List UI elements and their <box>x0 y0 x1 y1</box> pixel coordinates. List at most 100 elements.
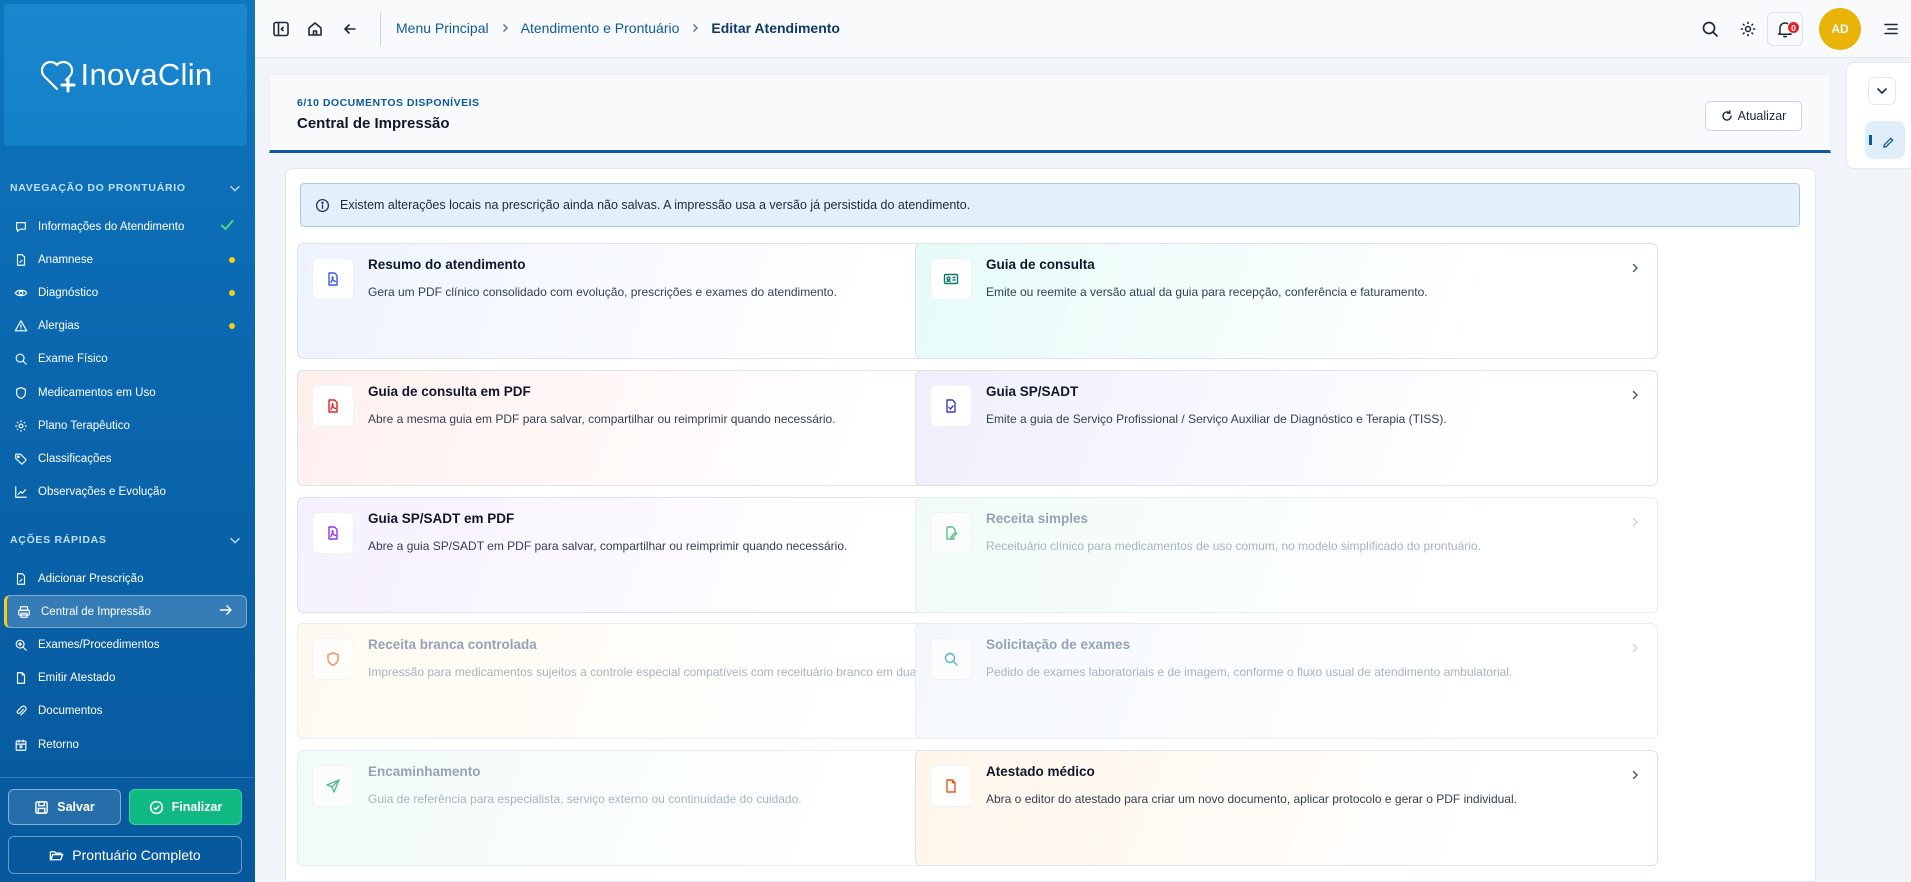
document-card[interactable]: Guia de consulta Emite ou reemite a versã… <box>915 243 1658 359</box>
sidebar-nav-item[interactable]: Plano Terapêutico <box>4 409 247 442</box>
document-icon <box>14 671 28 685</box>
floppy-disk-icon <box>35 800 49 814</box>
sidebar-nav-item-label: Observações e Evolução <box>38 486 166 499</box>
right-rail <box>1846 62 1911 169</box>
sidebar-nav-item-label: Alergias <box>38 320 80 333</box>
file-pdf-icon <box>312 385 354 427</box>
quick-action-item-label: Emitir Atestado <box>38 672 116 685</box>
id-card-icon <box>930 258 972 300</box>
back-arrow-icon[interactable] <box>341 20 359 38</box>
tag-icon <box>14 452 28 466</box>
document-card[interactable]: Guia SP/SADT Emite a guia de Serviço Prof… <box>915 370 1658 486</box>
document-card-title: Encaminhamento <box>368 764 481 779</box>
full-record-button[interactable]: Prontuário Completo <box>8 836 242 874</box>
sidebar-nav-item[interactable]: Informações do Atendimento <box>4 210 247 243</box>
document-card-description: Emite a guia de Serviço Profissional / S… <box>986 412 1447 426</box>
file-icon <box>930 765 972 807</box>
sidebar-nav-item-label: Exame Físico <box>38 353 108 366</box>
search-plus-icon <box>14 638 28 652</box>
chevron-right-icon <box>1629 388 1641 400</box>
collapse-button[interactable] <box>1868 77 1896 105</box>
chevron-down-icon <box>1877 88 1887 95</box>
quick-action-item-label: Retorno <box>38 738 79 751</box>
document-card[interactable]: Atestado médico Abra o editor do atestado… <box>915 750 1658 866</box>
topbar-divider <box>380 12 381 46</box>
gear-icon[interactable] <box>1739 20 1757 38</box>
document-card-title: Solicitação de exames <box>986 637 1131 652</box>
shield-icon <box>14 386 28 400</box>
document-card-description: Abre a mesma guia em PDF para salvar, co… <box>368 412 836 426</box>
search-icon <box>930 638 972 680</box>
chevron-up-icon <box>230 537 240 544</box>
nav-section-title: NAVEGAÇÃO DO PRONTUÁRIO <box>10 182 186 194</box>
document-card-title: Guia de consulta <box>986 257 1095 272</box>
refresh-button[interactable]: Atualizar <box>1705 101 1802 131</box>
document-card-title: Receita simples <box>986 511 1089 526</box>
chevron-right-icon <box>1629 515 1641 527</box>
sidebar-nav-item-label: Informações do Atendimento <box>38 220 185 233</box>
sidebar-nav-item-label: Plano Terapêutico <box>38 419 130 432</box>
document-card-title: Guia SP/SADT <box>986 384 1079 399</box>
edit-tab[interactable] <box>1865 121 1905 159</box>
sidebar-nav-item[interactable]: Exame Físico <box>4 343 247 376</box>
quick-action-item-label: Central de Impressão <box>41 605 151 618</box>
unsaved-changes-alert: Existem alterações locais na prescrição … <box>300 183 1800 227</box>
folder-open-icon <box>50 850 64 860</box>
sidebar-nav-item-label: Medicamentos em Uso <box>38 386 156 399</box>
quick-action-item[interactable]: Documentos <box>4 695 247 728</box>
full-record-button-label: Prontuário Completo <box>72 847 201 863</box>
quick-action-item[interactable]: Exames/Procedimentos <box>4 628 247 661</box>
sidebar-nav-item[interactable]: Diagnóstico <box>4 276 247 309</box>
alert-text: Existem alterações locais na prescrição … <box>340 198 971 212</box>
calendar-icon <box>14 738 28 752</box>
sidebar-nav-item[interactable]: Alergias <box>4 310 247 343</box>
quick-action-item-label: Adicionar Prescrição <box>38 572 144 585</box>
print-center-header: 6/10 DOCUMENTOS DISPONÍVEIS Central de I… <box>269 74 1831 153</box>
quick-section-header[interactable]: AÇÕES RÁPIDAS <box>10 533 242 547</box>
save-button[interactable]: Salvar <box>8 789 121 825</box>
pending-status-dot <box>229 289 235 296</box>
sidebar-nav-item-label: Classificações <box>38 452 112 465</box>
document-edit-icon <box>14 572 28 586</box>
quick-action-item[interactable]: Retorno <box>4 728 247 761</box>
breadcrumb-chevron-icon <box>689 22 701 34</box>
sidebar-nav-item[interactable]: Classificações <box>4 442 247 475</box>
breadcrumb-current: Editar Atendimento <box>711 20 840 36</box>
check-circle-icon <box>149 800 163 814</box>
home-icon[interactable] <box>306 20 324 38</box>
chevron-up-icon <box>230 185 240 192</box>
pending-status-dot <box>229 256 235 263</box>
sidebar-toggle-icon[interactable] <box>272 20 290 38</box>
document-edit-icon <box>14 253 28 267</box>
quick-action-item[interactable]: Adicionar Prescrição <box>4 562 247 595</box>
user-avatar[interactable]: AD <box>1819 8 1861 50</box>
document-card-description: Abre a guia SP/SADT em PDF para salvar, … <box>368 539 848 553</box>
printer-icon <box>17 605 31 619</box>
chevron-right-icon <box>1629 768 1641 780</box>
file-edit-icon <box>930 512 972 554</box>
menu-icon[interactable] <box>1882 20 1900 38</box>
breadcrumb-item[interactable]: Atendimento e Prontuário <box>521 20 680 36</box>
quick-action-item[interactable]: Emitir Atestado <box>4 662 247 695</box>
breadcrumb-item[interactable]: Menu Principal <box>396 20 489 36</box>
finish-button[interactable]: Finalizar <box>129 789 242 825</box>
quick-section-title: AÇÕES RÁPIDAS <box>10 534 107 546</box>
sidebar-nav-item[interactable]: Medicamentos em Uso <box>4 376 247 409</box>
sidebar-nav-item-label: Diagnóstico <box>38 286 99 299</box>
document-card-title: Guia SP/SADT em PDF <box>368 511 515 526</box>
sidebar-nav-item[interactable]: Observações e Evolução <box>4 476 247 509</box>
sidebar-nav-item-label: Anamnese <box>38 253 93 266</box>
heart-plus-icon <box>40 60 76 93</box>
quick-action-item[interactable]: Central de Impressão <box>4 595 247 629</box>
refresh-icon <box>1722 110 1732 121</box>
document-card-title: Guia de consulta em PDF <box>368 384 531 399</box>
sidebar-nav-item[interactable]: Anamnese <box>4 243 247 276</box>
brand-logo[interactable]: InovaClin <box>4 4 247 146</box>
document-card-description: Gera um PDF clínico consolidado com evol… <box>368 285 837 299</box>
shield-icon <box>312 638 354 680</box>
nav-list: Informações do Atendimento Anamnese Diagnó… <box>4 210 247 509</box>
nav-section-header[interactable]: NAVEGAÇÃO DO PRONTUÁRIO <box>10 181 242 195</box>
print-documents-panel: Existem alterações locais na prescrição … <box>285 168 1816 882</box>
finish-button-label: Finalizar <box>171 800 223 814</box>
search-icon[interactable] <box>1701 20 1719 38</box>
